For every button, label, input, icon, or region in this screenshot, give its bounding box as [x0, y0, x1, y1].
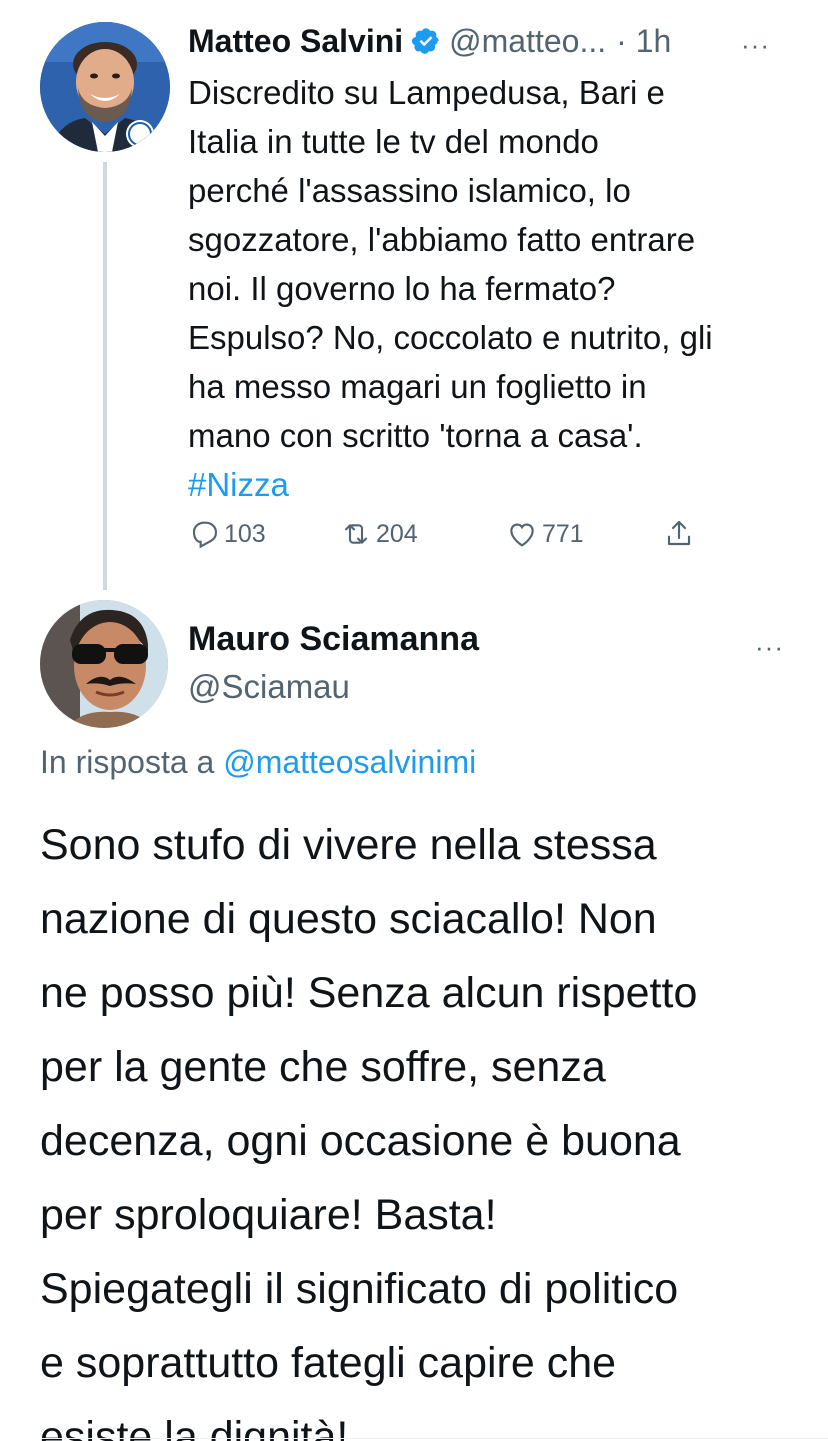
reply-count: 103: [224, 519, 266, 548]
avatar-portrait-image: [40, 600, 168, 728]
tweet-text-line: perché l'assassino islamico, lo: [188, 172, 631, 209]
tweet-text-line: ha messo magari un foglietto in: [188, 368, 647, 405]
tweet-text-line: per sproloquiare! Basta!: [40, 1191, 497, 1239]
tweet-text-line: nazione di questo sciacallo! Non: [40, 895, 657, 943]
tweet-text-line: Italia in tutte le tv del mondo: [188, 123, 599, 160]
tweet-text-line: noi. Il governo lo ha fermato?: [188, 270, 616, 307]
avatar-matteo-salvini[interactable]: [40, 22, 170, 152]
more-options-icon[interactable]: ···: [755, 632, 784, 663]
reply-to-label: In risposta a: [40, 744, 215, 780]
avatar-portrait-image: [40, 22, 170, 152]
tweet-text-line: mano con scritto 'torna a casa'.: [188, 417, 643, 454]
author-handle[interactable]: @matteo...: [449, 23, 606, 60]
like-button[interactable]: 771: [506, 518, 584, 550]
reply-context: In risposta a @matteosalvinimi: [40, 744, 476, 781]
reply-to-handle-link[interactable]: @matteosalvinimi: [223, 744, 476, 780]
tweet-text-line: per la gente che soffre, senza: [40, 1043, 606, 1091]
author-name[interactable]: Matteo Salvini: [188, 23, 403, 60]
verified-badge-icon: [412, 28, 439, 54]
reply-button[interactable]: 103: [188, 518, 266, 550]
tweet-text-line: decenza, ogni occasione è buona: [40, 1117, 681, 1165]
tweet-text-line: esiste la dignità!: [40, 1413, 349, 1441]
parent-tweet-header: Matteo Salvini @matteo... · 1h: [188, 18, 808, 64]
retweet-count: 204: [376, 519, 418, 548]
like-count: 771: [542, 519, 584, 548]
tweet-text-line: Spiegategli il significato di politico: [40, 1265, 679, 1313]
tweet-text-line: Discredito su Lampedusa, Bari e: [188, 74, 665, 111]
retweet-button[interactable]: 204: [340, 518, 418, 550]
hashtag-link[interactable]: #Nizza: [188, 460, 803, 509]
tweet-text-line: e soprattutto fategli capire che: [40, 1339, 617, 1387]
tweet-text-line: ne posso più! Senza alcun rispetto: [40, 969, 698, 1017]
reply-tweet[interactable]: Mauro Sciamanna @Sciamau ··· In risposta…: [0, 590, 828, 1441]
thread-connector-line: [103, 162, 107, 590]
share-button[interactable]: [663, 518, 699, 550]
tweet-text-line: Sono stufo di vivere nella stessa: [40, 821, 657, 869]
parent-tweet[interactable]: Matteo Salvini @matteo... · 1h ··· Discr…: [0, 0, 828, 590]
reply-author-name[interactable]: Mauro Sciamanna: [188, 620, 479, 659]
share-icon: [667, 520, 691, 546]
parent-tweet-text: Discredito su Lampedusa, Bari e Italia i…: [188, 68, 803, 509]
retweet-icon: [344, 524, 368, 544]
tweet-text-line: Espulso? No, coccolato e nutrito, gli: [188, 319, 713, 356]
tweet-text-line: sgozzatore, l'abbiamo fatto entrare: [188, 221, 696, 258]
reply-icon: [192, 521, 218, 549]
heart-icon: [510, 523, 534, 547]
tweet-action-bar: 103 204 771: [188, 518, 708, 558]
tweet-thread-screen: Matteo Salvini @matteo... · 1h ··· Discr…: [0, 0, 828, 1441]
tweet-timestamp[interactable]: · 1h: [616, 23, 671, 60]
divider: [40, 1438, 828, 1439]
avatar-mauro-sciamanna[interactable]: [40, 600, 168, 728]
reply-author-handle[interactable]: @Sciamau: [188, 668, 350, 706]
reply-tweet-text: Sono stufo di vivere nella stessa nazion…: [40, 808, 810, 1441]
more-options-icon[interactable]: ···: [741, 30, 770, 61]
